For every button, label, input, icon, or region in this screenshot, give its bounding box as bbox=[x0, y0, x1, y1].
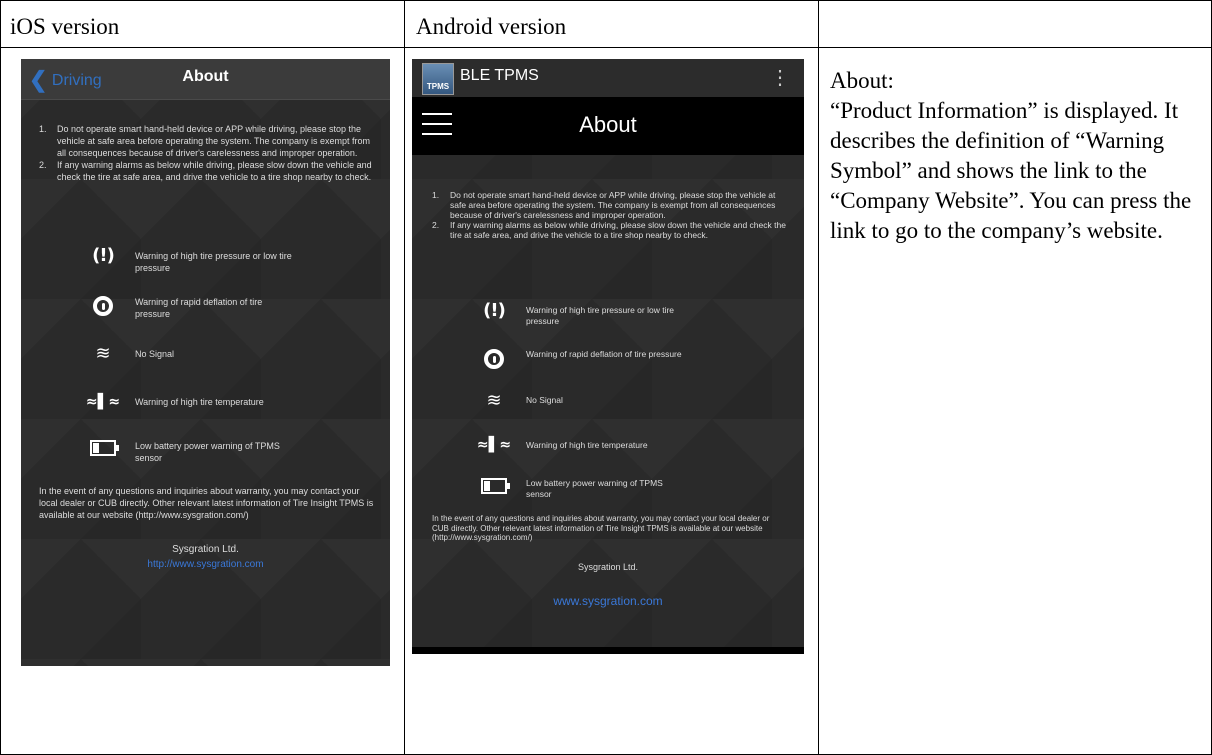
overflow-menu-icon[interactable]: ⋮ bbox=[770, 65, 790, 90]
app-name: BLE TPMS bbox=[460, 67, 539, 84]
notes-list: 1. Do not operate smart hand-held device … bbox=[432, 190, 787, 240]
company-name: Sysgration Ltd. bbox=[172, 544, 239, 555]
table-column-divider bbox=[818, 0, 819, 755]
warning-text: Warning of high tire temperature bbox=[526, 440, 648, 450]
rapid-deflation-icon bbox=[85, 296, 121, 326]
app-bar: TPMS BLE TPMS ⋮ bbox=[412, 59, 804, 97]
ios-about-screen: ❮ Driving About 1. Do not operate smart h… bbox=[21, 59, 390, 666]
company-website-link[interactable]: http://www.sysgration.com bbox=[21, 559, 390, 570]
rapid-deflation-icon bbox=[476, 349, 512, 379]
no-signal-icon: ≋ bbox=[486, 390, 502, 411]
warning-text: Low battery power warning of TPMS sensor bbox=[526, 478, 663, 499]
ios-navigation-bar: ❮ Driving About bbox=[21, 59, 390, 100]
no-signal-icon: ≋ bbox=[95, 343, 111, 364]
warranty-footer: In the event of any questions and inquir… bbox=[39, 486, 374, 520]
note-item: 1. Do not operate smart hand-held device … bbox=[432, 190, 776, 220]
table-top-border bbox=[0, 0, 1212, 1]
page-title: About bbox=[579, 112, 637, 137]
header-android-version: Android version bbox=[416, 14, 567, 39]
warning-text: Warning of rapid deflation of tire press… bbox=[526, 349, 682, 359]
warning-text: Warning of high tire pressure or low tir… bbox=[526, 305, 675, 326]
note-item: 1. Do not operate smart hand-held device … bbox=[39, 124, 370, 158]
header-ios-version: iOS version bbox=[10, 14, 120, 39]
title-bar: About bbox=[412, 97, 804, 155]
warranty-footer: In the event of any questions and inquir… bbox=[432, 514, 770, 542]
warning-text: Warning of high tire pressure or low tir… bbox=[135, 251, 292, 273]
note-item: 2. If any warning alarms as below while d… bbox=[39, 160, 372, 182]
warning-text: Warning of rapid deflation of tire press… bbox=[135, 297, 263, 319]
notes-list: 1. Do not operate smart hand-held device … bbox=[39, 123, 379, 183]
table-header-divider bbox=[0, 47, 1212, 48]
android-about-screen: TPMS BLE TPMS ⋮ About 1. Do not operate s… bbox=[412, 59, 804, 654]
table-left-border bbox=[0, 0, 1, 755]
warning-text: Low battery power warning of TPMS sensor bbox=[135, 441, 280, 463]
low-battery-icon bbox=[85, 440, 121, 470]
page-title: About bbox=[182, 68, 229, 85]
about-description: About: “Product Information” is displaye… bbox=[830, 68, 1192, 243]
tire-pressure-warning-icon: (!) bbox=[483, 300, 506, 321]
high-temperature-icon: ≈▌≈ bbox=[476, 437, 512, 453]
warning-text: Warning of high tire temperature bbox=[135, 397, 264, 407]
warning-text: No Signal bbox=[526, 395, 563, 405]
tire-pressure-warning-icon: (!) bbox=[92, 245, 115, 266]
warning-text: No Signal bbox=[135, 349, 175, 359]
table-column-divider bbox=[404, 0, 405, 755]
bottom-bar bbox=[412, 647, 804, 654]
document-table: iOS version Android version About: “Prod… bbox=[0, 0, 1212, 755]
high-temperature-icon: ≈▌≈ bbox=[85, 394, 121, 410]
app-logo: TPMS bbox=[422, 63, 454, 95]
company-website-link[interactable]: www.sysgration.com bbox=[412, 594, 804, 608]
note-item: 2. If any warning alarms as below while d… bbox=[432, 220, 786, 240]
company-name: Sysgration Ltd. bbox=[577, 562, 639, 572]
low-battery-icon bbox=[476, 478, 512, 508]
